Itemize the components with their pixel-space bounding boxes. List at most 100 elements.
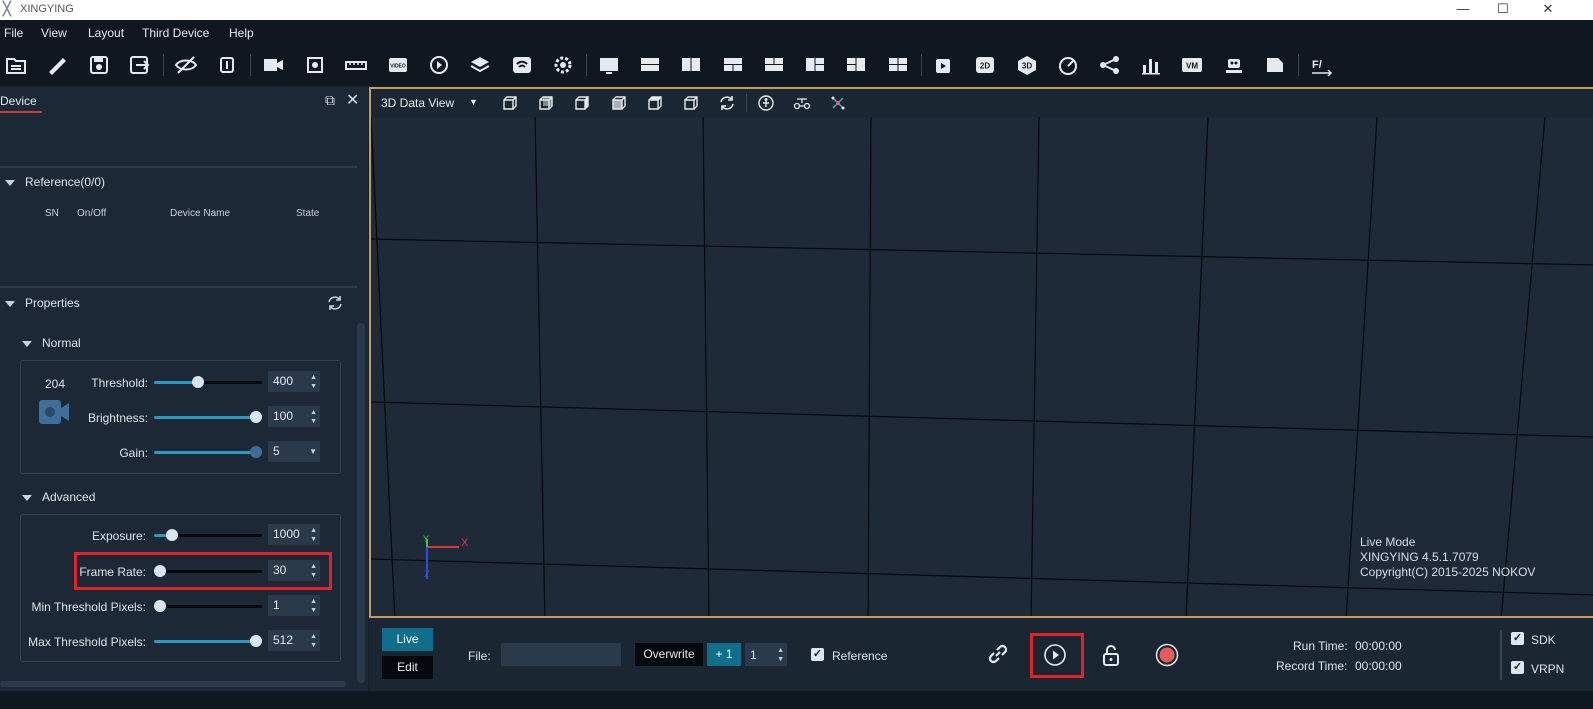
column-sn[interactable]: SN [45, 208, 59, 219]
bar-chart-icon[interactable] [1138, 53, 1164, 77]
undock-icon[interactable]: ⧉ [325, 92, 335, 109]
live-mode-button[interactable]: Live [382, 628, 433, 651]
drone-icon[interactable] [793, 94, 811, 112]
vrpn-checkbox[interactable]: ✓ [1511, 661, 1524, 674]
slider-knob[interactable] [154, 600, 166, 612]
layout-three-bottom-icon[interactable] [761, 53, 787, 77]
hide-icon[interactable] [173, 53, 199, 77]
save-as-icon[interactable] [127, 53, 153, 77]
view-right-cube-icon[interactable] [610, 94, 628, 112]
3d-data-view[interactable]: 3D Data View ▼ X Y Z Live Mode XINGYING … [369, 87, 1593, 618]
normal-section-header[interactable]: Normal [22, 336, 81, 350]
3d-view-icon[interactable]: 3D [1014, 53, 1040, 77]
layout-three-left-icon[interactable] [802, 53, 828, 77]
measure-ruler-icon[interactable] [343, 53, 369, 77]
layout-single-icon[interactable] [596, 53, 622, 77]
document-icon[interactable] [1262, 53, 1288, 77]
slider-knob[interactable] [250, 446, 262, 458]
view-select[interactable]: 3D Data View [381, 96, 454, 110]
layout-three-top-icon[interactable] [720, 53, 746, 77]
camera-switch-icon[interactable] [215, 53, 241, 77]
reference-checkbox[interactable]: ✓ [811, 648, 824, 661]
spin-up-icon[interactable]: ▲ [310, 527, 317, 534]
2d-view-icon[interactable]: 2D [972, 53, 998, 77]
wireless-icon[interactable] [509, 53, 535, 77]
brightness-spinbox[interactable]: 100 ▲ ▼ [268, 406, 320, 427]
column-state[interactable]: State [296, 208, 319, 219]
close-panel-icon[interactable]: ✕ [346, 90, 359, 110]
vm-icon[interactable]: VM [1179, 53, 1205, 77]
calibration-wand-icon[interactable] [44, 53, 70, 77]
brightness-slider[interactable] [154, 411, 262, 423]
camera-view-icon[interactable] [260, 53, 286, 77]
open-folder-icon[interactable] [3, 53, 29, 77]
properties-section-header[interactable]: Properties [5, 296, 80, 310]
threshold-slider[interactable] [154, 376, 262, 388]
spin-down-icon[interactable]: ▼ [310, 418, 317, 425]
edit-mode-button[interactable]: Edit [382, 656, 433, 679]
link-icon[interactable] [986, 642, 1010, 666]
spin-up-icon[interactable]: ▲ [310, 409, 317, 416]
view-left-cube-icon[interactable] [573, 94, 591, 112]
spin-up-icon[interactable]: ▲ [310, 374, 317, 381]
close-window-button[interactable]: ✕ [1528, 0, 1568, 20]
minimize-button[interactable]: — [1443, 0, 1483, 20]
max-threshold-pixels-spinbox[interactable]: 512 ▲ ▼ [268, 630, 320, 651]
chevron-down-icon[interactable]: ▼ [309, 448, 317, 456]
spin-down-icon[interactable]: ▼ [310, 642, 317, 649]
horizontal-scrollbar[interactable] [0, 681, 346, 687]
settings-gear-icon[interactable] [550, 53, 576, 77]
reference-section-header[interactable]: Reference(0/0) [5, 175, 105, 189]
sdk-checkbox[interactable]: ✓ [1511, 632, 1524, 645]
spin-down-icon[interactable]: ▼ [310, 607, 317, 614]
spin-down-icon[interactable]: ▼ [310, 383, 317, 390]
skeleton-icon[interactable] [1097, 53, 1123, 77]
spin-down-icon[interactable]: ▼ [777, 656, 784, 663]
analog-signal-icon[interactable]: F/ [1308, 53, 1334, 77]
play-icon[interactable] [1043, 643, 1067, 667]
layout-three-right-icon[interactable] [843, 53, 869, 77]
file-name-input[interactable] [501, 643, 621, 666]
unlock-icon[interactable] [1099, 642, 1123, 668]
tab-device[interactable]: Device [0, 90, 42, 113]
spin-down-icon[interactable]: ▼ [310, 536, 317, 543]
view-bottom-cube-icon[interactable] [682, 94, 700, 112]
column-device-name[interactable]: Device Name [170, 208, 230, 219]
slider-knob[interactable] [250, 635, 262, 647]
layout-left-right-icon[interactable] [678, 53, 704, 77]
export-video-icon[interactable] [931, 53, 957, 77]
menu-layout[interactable]: Layout [88, 26, 124, 40]
spin-up-icon[interactable]: ▲ [310, 633, 317, 640]
menu-third-device[interactable]: Third Device [142, 26, 209, 40]
record-icon[interactable] [1155, 643, 1179, 667]
column-on-off[interactable]: On/Off [77, 208, 106, 219]
view-back-cube-icon[interactable] [537, 94, 555, 112]
spin-up-icon[interactable]: ▲ [310, 598, 317, 605]
layers-icon[interactable] [467, 53, 493, 77]
layout-quad-icon[interactable] [885, 53, 911, 77]
menu-view[interactable]: View [41, 26, 67, 40]
exposure-spinbox[interactable]: 1000 ▲ ▼ [268, 524, 320, 545]
min-threshold-pixels-slider[interactable] [154, 600, 262, 612]
view-top-cube-icon[interactable] [646, 94, 664, 112]
save-icon[interactable] [86, 53, 112, 77]
layout-top-bottom-icon[interactable] [637, 53, 663, 77]
maximize-button[interactable]: ☐ [1483, 0, 1523, 20]
threshold-spinbox[interactable]: 400 ▲ ▼ [268, 371, 320, 392]
focus-frame-icon[interactable] [302, 53, 328, 77]
speed-gauge-icon[interactable] [1055, 53, 1081, 77]
replay-icon[interactable] [426, 53, 452, 77]
take-number-spinbox[interactable]: 1 ▲ ▼ [745, 643, 787, 666]
menu-help[interactable]: Help [229, 26, 254, 40]
increment-button[interactable]: + 1 [707, 643, 741, 666]
advanced-section-header[interactable]: Advanced [22, 490, 95, 504]
min-threshold-pixels-spinbox[interactable]: 1 ▲ ▼ [268, 595, 320, 616]
spin-up-icon[interactable]: ▲ [777, 647, 784, 654]
vertical-scrollbar[interactable] [357, 323, 365, 683]
menu-file[interactable]: File [4, 26, 23, 40]
slider-knob[interactable] [250, 411, 262, 423]
gain-slider[interactable] [154, 446, 262, 458]
video-icon[interactable]: VIDEO [385, 53, 411, 77]
human-model-icon[interactable] [757, 94, 775, 112]
gain-select[interactable]: 5 ▼ [268, 441, 320, 462]
